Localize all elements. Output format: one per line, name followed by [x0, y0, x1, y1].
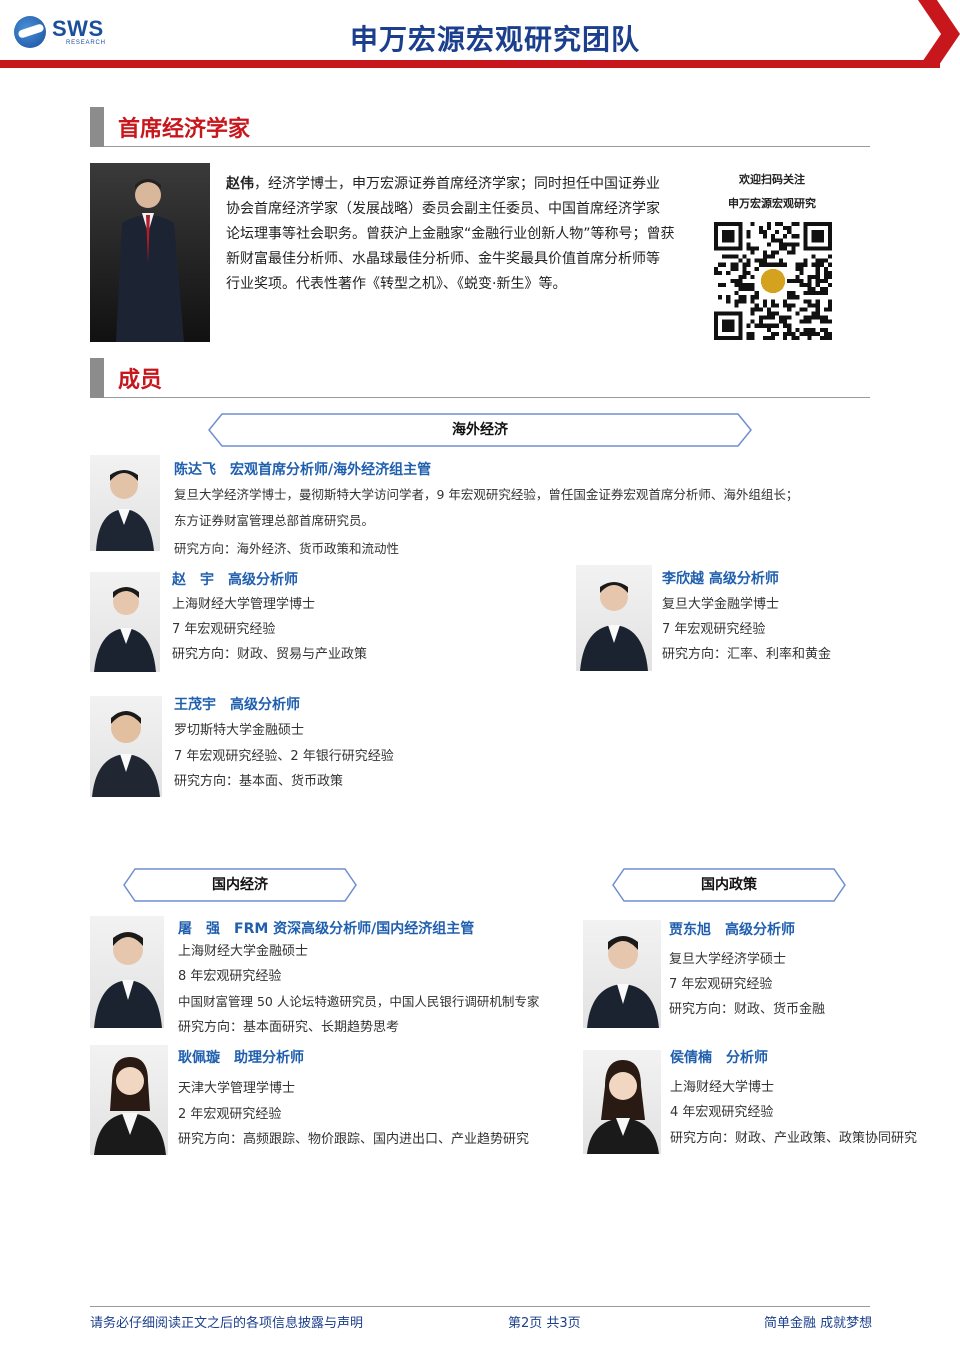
member-detail: 研究方向：基本面研究、长期趋势思考 — [178, 1020, 400, 1035]
chief-name: 赵伟 — [226, 176, 254, 192]
chief-bio-line: 协会首席经济学家（发展战略）委员会副主任委员、中国首席经济学家 — [226, 201, 660, 217]
member-name: 屠 强 FRM 资深高级分析师/国内经济组主管 — [178, 921, 475, 937]
portrait-icon — [94, 932, 162, 1028]
member-photo — [583, 920, 661, 1028]
member-detail: 研究方向：财政、贸易与产业政策 — [172, 647, 368, 662]
member-photo — [583, 1050, 661, 1154]
member-name: 贾东旭 高级分析师 — [669, 922, 795, 938]
portrait-icon — [587, 936, 659, 1028]
logo-subtext: RESEARCH — [66, 40, 106, 46]
banner-domestic-policy: 国内政策 — [612, 868, 846, 902]
member-detail: 东方证券财富管理总部首席研究员。 — [174, 513, 375, 528]
section-title: 首席经济学家 — [118, 117, 251, 142]
portrait-icon — [96, 470, 154, 551]
qr-caption-1: 欢迎扫码关注 — [739, 173, 805, 186]
header-rule — [0, 60, 940, 68]
chief-bio-line: 新财富最佳分析师、水晶球最佳分析师、金牛奖最具价值首席分析师等 — [226, 251, 660, 267]
member-name: 王茂宇 高级分析师 — [174, 697, 300, 713]
section-chief-economist: 首席经济学家 — [90, 107, 870, 147]
chief-bio: 赵伟，经济学博士，申万宏源证券首席经济学家；同时担任中国证券业 协会首席经济学家… — [226, 172, 696, 297]
sws-logo: SWS RESEARCH — [14, 14, 114, 50]
member-photo — [90, 455, 160, 551]
member-name: 陈达飞 宏观首席分析师/海外经济组主管 — [174, 462, 432, 478]
member-detail: 研究方向：海外经济、货币政策和流动性 — [174, 541, 400, 556]
banner-label: 国内政策 — [701, 877, 757, 893]
section-bar — [90, 358, 104, 398]
portrait-icon — [116, 179, 184, 342]
portrait-icon — [92, 711, 160, 797]
member-photo — [90, 696, 162, 797]
footer-rule — [90, 1306, 870, 1307]
section-title: 成员 — [118, 368, 163, 393]
member-photo — [576, 565, 652, 671]
header-arrow-icon — [918, 0, 960, 68]
member-detail: 上海财经大学博士 — [670, 1080, 775, 1095]
banner-label: 海外经济 — [452, 422, 508, 438]
banner-overseas: 海外经济 — [208, 413, 752, 447]
footer-disclaimer: 请务必仔细阅读正文之后的各项信息披露与声明 — [90, 1316, 364, 1331]
chief-bio-line: 赵伟，经济学博士，申万宏源证券首席经济学家；同时担任中国证券业 — [226, 176, 660, 192]
member-detail: 罗切斯特大学金融硕士 — [174, 723, 305, 738]
member-detail: 7 年宏观研究经验 — [172, 622, 276, 637]
footer-slogan: 简单金融 成就梦想 — [764, 1316, 873, 1331]
member-detail: 研究方向：财政、货币金融 — [669, 1002, 826, 1017]
portrait-icon — [94, 1057, 166, 1155]
member-name: 赵 宇 高级分析师 — [172, 572, 298, 588]
portrait-icon — [94, 587, 156, 672]
member-detail: 复旦大学金融学博士 — [662, 597, 780, 612]
member-detail: 7 年宏观研究经验 — [662, 622, 766, 637]
section-bar — [90, 107, 104, 147]
member-photo — [90, 1045, 168, 1155]
chief-photo — [90, 163, 210, 342]
member-detail: 7 年宏观研究经验 — [669, 977, 773, 992]
logo-text: SWS — [52, 16, 104, 41]
footer-page-number: 第2页 共3页 — [508, 1316, 581, 1331]
page-title: 申万宏源宏观研究团队 — [349, 23, 640, 56]
member-detail: 2 年宏观研究经验 — [178, 1107, 282, 1122]
banner-domestic-economy: 国内经济 — [123, 868, 357, 902]
qr-code-icon[interactable] — [714, 222, 832, 340]
member-detail: 7 年宏观研究经验、2 年银行研究经验 — [174, 749, 394, 764]
page-header: SWS RESEARCH 申万宏源宏观研究团队 — [0, 0, 960, 70]
member-detail: 天津大学管理学博士 — [178, 1081, 296, 1096]
member-detail: 8 年宏观研究经验 — [178, 969, 282, 984]
member-photo — [90, 572, 160, 672]
member-detail: 研究方向：基本面、货币政策 — [174, 774, 344, 789]
member-detail: 复旦大学经济学硕士 — [669, 952, 787, 967]
member-detail: 研究方向：高频跟踪、物价跟踪、国内进出口、产业趋势研究 — [178, 1132, 530, 1147]
banner-label: 国内经济 — [212, 877, 268, 893]
member-name: 耿佩璇 助理分析师 — [178, 1050, 304, 1066]
member-detail: 上海财经大学管理学博士 — [172, 597, 316, 612]
portrait-icon — [587, 1060, 659, 1154]
chief-bio-line: 行业奖项。代表性著作《转型之机》、《蜕变·新生》等。 — [226, 276, 567, 292]
member-detail: 研究方向：财政、产业政策、政策协同研究 — [670, 1131, 918, 1146]
member-name: 李欣越 高级分析师 — [662, 571, 779, 587]
member-detail: 中国财富管理 50 人论坛特邀研究员，中国人民银行调研机制专家 — [178, 994, 540, 1009]
member-name: 侯倩楠 分析师 — [670, 1050, 768, 1066]
member-detail: 复旦大学经济学博士，曼彻斯特大学访问学者，9 年宏观研究经验，曾任国金证券宏观首… — [174, 487, 799, 502]
section-members: 成员 — [90, 358, 870, 398]
member-detail: 研究方向：汇率、利率和黄金 — [662, 647, 832, 662]
member-detail: 上海财经大学金融硕士 — [178, 944, 309, 959]
chief-bio-line: 论坛理事等社会职务。曾获沪上金融家“金融行业创新人物”等称号；曾获 — [226, 226, 675, 242]
member-photo — [90, 916, 164, 1028]
portrait-icon — [580, 582, 648, 671]
member-detail: 4 年宏观研究经验 — [670, 1105, 774, 1120]
qr-caption-2: 申万宏源宏观研究 — [728, 197, 816, 210]
